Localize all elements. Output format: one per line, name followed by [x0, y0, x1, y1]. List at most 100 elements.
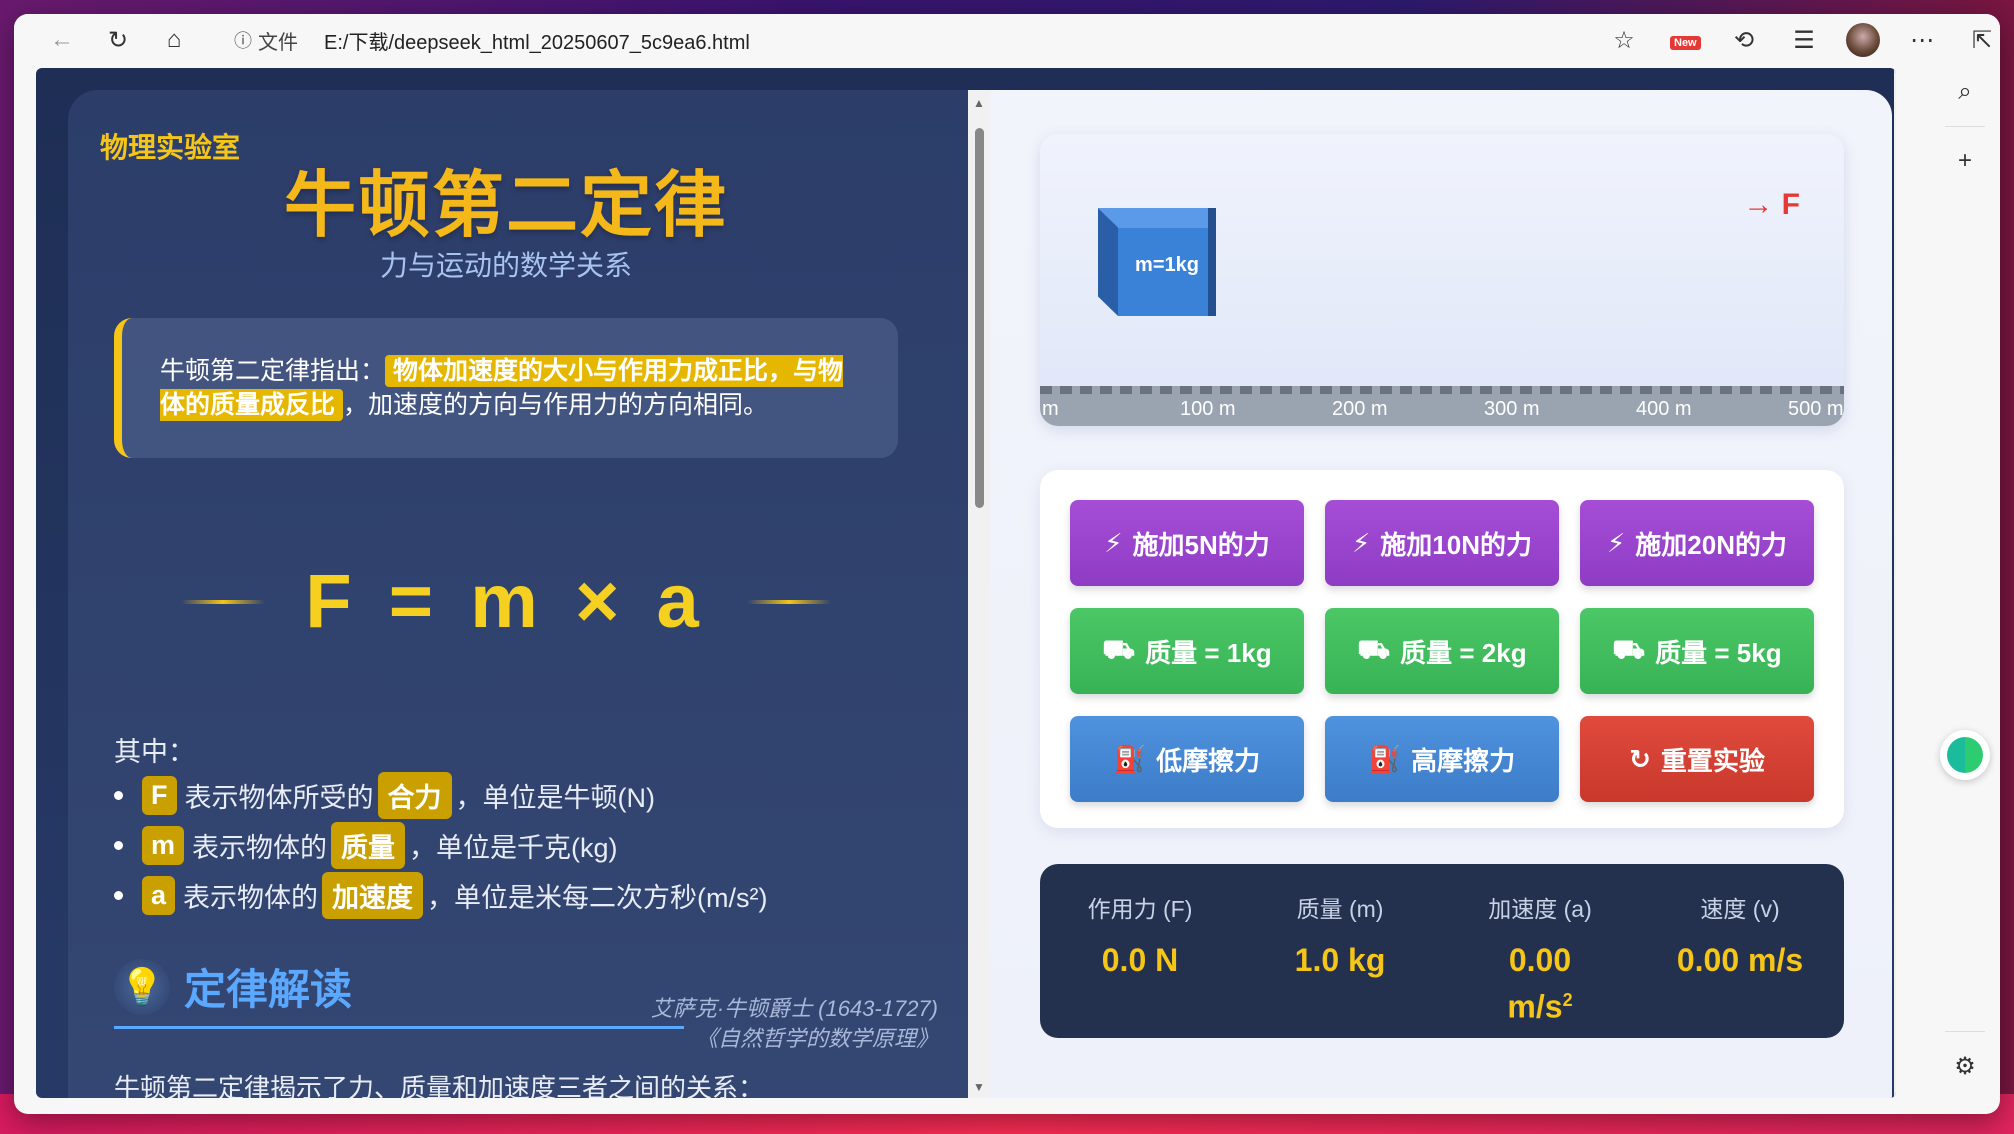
- browser-toolbar: ← ↻ ⌂ ⓘ 文件 E:/下载/deepseek_html_20250607_…: [14, 14, 2000, 66]
- velocity-value: 0.00 m/s: [1676, 942, 1804, 978]
- reading-list-icon[interactable]: ☰: [1786, 22, 1822, 58]
- acceleration-value: 0.00 m/s2: [1440, 940, 1640, 1027]
- ruler-label: 300 m: [1484, 398, 1540, 420]
- force-label: 作用力 (F): [1087, 896, 1193, 922]
- mass-label: m=1kg: [1135, 254, 1199, 276]
- law-prefix: 牛顿第二定律指出：: [160, 357, 386, 385]
- lightning-icon: ⚡: [1607, 527, 1626, 558]
- scroll-up-icon[interactable]: ▲: [973, 96, 985, 110]
- copilot-logo: [1947, 737, 1983, 773]
- weight-icon: ⛟: [1612, 633, 1646, 664]
- button-label: 施加5N的力: [1132, 529, 1270, 560]
- ruler-label: 100 m: [1180, 398, 1236, 420]
- profile-avatar[interactable]: [1846, 23, 1880, 57]
- button-label: 高摩擦力: [1411, 745, 1516, 776]
- back-icon[interactable]: ←: [44, 22, 80, 58]
- oil-can-icon: ⛽: [1113, 743, 1147, 774]
- page-scrollbar[interactable]: ▲ ▼: [1894, 68, 1896, 1098]
- keyword-badge: 加速度: [322, 871, 424, 919]
- button-label: 质量 = 1kg: [1145, 637, 1272, 668]
- definition-list: F 表示物体所受的 合力 ，单位是牛顿(N) m 表示物体的 质量 ，单位是千克…: [114, 770, 768, 920]
- mass-label: 质量 (m): [1296, 896, 1384, 922]
- attribution: 艾萨克·牛顿爵士 (1643-1727) 《自然哲学的数学原理》: [651, 994, 938, 1054]
- block-top-face: [1098, 208, 1216, 228]
- simulation-track: m=1kg → F m 100 m 200 m 300 m 400 m 500 …: [1040, 134, 1844, 426]
- ruler-label: 400 m: [1636, 398, 1692, 420]
- lightbulb-icon: 💡: [114, 958, 170, 1015]
- law-statement: 牛顿第二定律指出： 物体加速度的大小与作用力成正比，与物体的质量成反比 ，加速度的方…: [114, 318, 898, 458]
- favorite-star-icon[interactable]: ☆: [1606, 22, 1642, 58]
- mass-readout: 质量 (m) 1.0 kg: [1240, 890, 1440, 980]
- divider: [1945, 1031, 1985, 1032]
- search-icon[interactable]: ⌕: [1947, 74, 1983, 110]
- extension-new-icon[interactable]: ▭New: [1666, 22, 1702, 58]
- interpretation-heading: 💡 定律解读: [114, 956, 352, 1017]
- scroll-thumb[interactable]: [975, 128, 984, 508]
- symbol-badge: m: [142, 825, 185, 865]
- acceleration-unit: m/s: [1507, 988, 1563, 1025]
- ruler-label: m: [1042, 398, 1059, 420]
- results-panel: 作用力 (F) 0.0 N 质量 (m) 1.0 kg 加速度 (a) 0.00…: [1040, 864, 1844, 1038]
- interpretation-text: 牛顿第二定律揭示了力、质量和加速度三者之间的关系：: [114, 1073, 765, 1098]
- browser-window: ← ↻ ⌂ ⓘ 文件 E:/下载/deepseek_html_20250607_…: [14, 14, 2000, 1114]
- button-label: 质量 = 2kg: [1400, 637, 1527, 668]
- file-label: 文件: [258, 31, 298, 54]
- apply-10n-button[interactable]: ⚡ 施加10N的力: [1325, 500, 1559, 586]
- more-icon[interactable]: ⋯: [1904, 22, 1940, 58]
- low-friction-button[interactable]: ⛽ 低摩擦力: [1070, 716, 1304, 802]
- copilot-icon[interactable]: [1940, 730, 1990, 780]
- home-icon[interactable]: ⌂: [156, 22, 192, 58]
- where-label: 其中：: [114, 737, 195, 767]
- definition-text: 表示物体所受的: [184, 782, 374, 813]
- new-badge: New: [1670, 36, 1701, 50]
- acceleration-label: 加速度 (a): [1488, 896, 1592, 922]
- address-bar[interactable]: ⓘ 文件 E:/下载/deepseek_html_20250607_5c9ea6…: [220, 20, 1596, 60]
- weight-icon: ⛟: [1357, 633, 1391, 664]
- attribution-book: 《自然哲学的数学原理》: [695, 1026, 938, 1051]
- button-label: 质量 = 5kg: [1655, 637, 1782, 668]
- mass-block[interactable]: m=1kg: [1098, 208, 1216, 316]
- left-scrollbar[interactable]: ▲ ▼: [968, 90, 990, 1098]
- formula: F = m × a: [305, 559, 707, 644]
- button-label: 施加20N的力: [1635, 529, 1787, 560]
- info-icon[interactable]: ⓘ: [234, 27, 252, 53]
- list-item: a 表示物体的 加速度 ，单位是米每二次方秒(m/s²): [114, 870, 768, 920]
- reset-button[interactable]: ↻ 重置实验: [1580, 716, 1814, 802]
- scroll-down-icon[interactable]: ▼: [973, 1080, 985, 1094]
- high-friction-button[interactable]: ⛽ 高摩擦力: [1325, 716, 1559, 802]
- formula-divider: [181, 599, 266, 604]
- refresh-icon[interactable]: ↻: [100, 22, 136, 58]
- definition-text: 表示物体的: [192, 832, 328, 863]
- mass-1kg-button[interactable]: ⛟ 质量 = 1kg: [1070, 608, 1304, 694]
- law-suffix: ，加速度的方向与作用力的方向相同。: [343, 391, 769, 419]
- symbol-badge: a: [142, 875, 176, 915]
- button-label: 低摩擦力: [1156, 745, 1261, 776]
- keyword-badge: 合力: [377, 771, 452, 819]
- sync-icon[interactable]: ⟲: [1726, 22, 1762, 58]
- lightning-icon: ⚡: [1352, 527, 1371, 558]
- button-label: 施加10N的力: [1380, 529, 1532, 560]
- interpretation-title: 定律解读: [184, 966, 353, 1013]
- definition-unit: ，单位是千克(kg): [409, 832, 618, 863]
- apply-5n-button[interactable]: ⚡ 施加5N的力: [1070, 500, 1304, 586]
- url-text[interactable]: E:/下载/deepseek_html_20250607_5c9ea6.html: [324, 26, 750, 55]
- formula-row: F = m × a: [68, 558, 944, 645]
- page-title: 牛顿第二定律: [283, 166, 728, 246]
- share-icon[interactable]: ⇱: [1964, 22, 2000, 58]
- oil-can-icon: ⛽: [1368, 743, 1402, 774]
- acceleration-number: 0.00: [1508, 942, 1572, 978]
- apply-20n-button[interactable]: ⚡ 施加20N的力: [1580, 500, 1814, 586]
- ruler-label: 200 m: [1332, 398, 1388, 420]
- add-icon[interactable]: +: [1947, 143, 1983, 179]
- lightning-icon: ⚡: [1104, 527, 1123, 558]
- force-value: 0.0 N: [1101, 942, 1179, 978]
- formula-divider: [746, 599, 831, 604]
- control-panel: ⚡ 施加5N的力 ⚡ 施加10N的力 ⚡ 施加20N的力 ⛟ 质量 = 1kg ⛟ 质量 …: [1040, 470, 1844, 828]
- settings-gear-icon[interactable]: ⚙: [1947, 1048, 1983, 1084]
- mass-value: 1.0 kg: [1294, 942, 1386, 978]
- page-subtitle: 力与运动的数学关系: [379, 250, 632, 281]
- list-item: F 表示物体所受的 合力 ，单位是牛顿(N): [114, 770, 768, 820]
- mass-2kg-button[interactable]: ⛟ 质量 = 2kg: [1325, 608, 1559, 694]
- mass-5kg-button[interactable]: ⛟ 质量 = 5kg: [1580, 608, 1814, 694]
- force-arrow-label: → F: [1743, 188, 1800, 221]
